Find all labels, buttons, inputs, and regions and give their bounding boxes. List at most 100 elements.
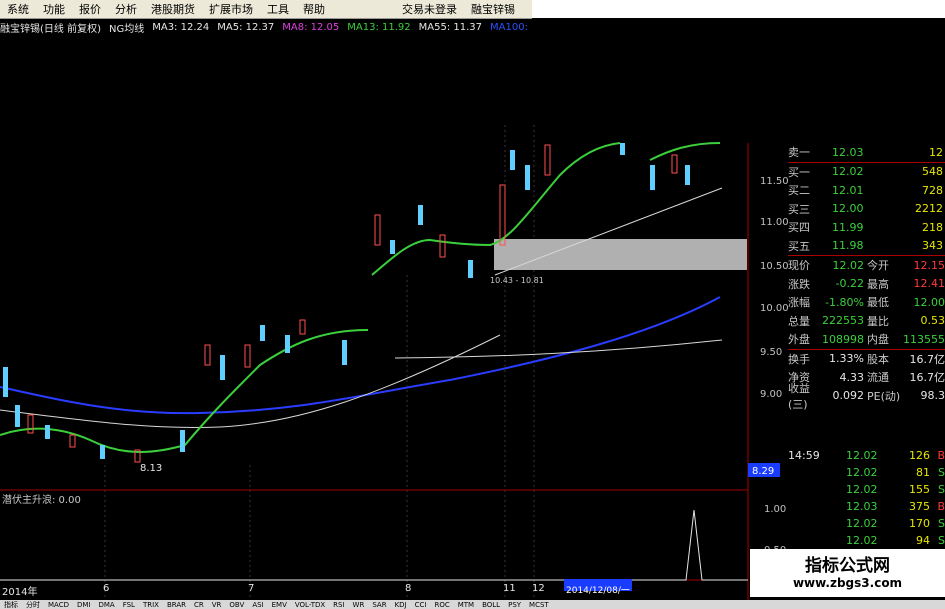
indicator-tab[interactable]: BRAR (163, 601, 190, 609)
ma-label: MA8: 12.05 (282, 21, 340, 33)
tick-flag: S (938, 483, 945, 496)
indicator-tab[interactable]: DMI (73, 601, 95, 609)
indicator-tab[interactable]: EMV (268, 601, 291, 609)
x-axis-date-cursor: 2014/12/08/一 (566, 586, 630, 596)
stat-value: 4.33 (839, 370, 865, 384)
buy-price: 11.99 (832, 220, 864, 234)
menu-bar: 系统 功能 报价 分析 港股期货 扩展市场 工具 帮助 交易未登录 融宝锌锡 (0, 0, 532, 19)
indicator-tab[interactable]: VR (208, 601, 226, 609)
indicator-tab[interactable]: CR (190, 601, 208, 609)
indicator-tab[interactable]: ASI (248, 601, 267, 609)
stat-row: 总量 222553 量比 0.53 (788, 312, 945, 331)
indicator-tab[interactable]: VOL-TDX (291, 601, 329, 609)
stat-label: 现价 (788, 259, 810, 273)
buy-label: 买三 (788, 202, 810, 216)
quote-panel: 卖一 12.03 12 买一 12.02 548 买二 12.01 728 买三 12.00 2… (788, 143, 945, 443)
tick-time: 14:59 (788, 449, 820, 462)
indicator-tab[interactable]: CCI (411, 601, 431, 609)
buy-row: 买四 11.99 218 (788, 218, 945, 237)
stock-name-menu: 融宝锌锡 (471, 3, 515, 16)
buy-row: 买三 12.00 2212 (788, 200, 945, 219)
tick-vol: 375 (909, 500, 930, 513)
stat-label: 总量 (788, 314, 810, 328)
tick-vol: 126 (909, 449, 930, 462)
indicator-tab[interactable]: WR (349, 601, 369, 609)
menu-item-system[interactable]: 系统 (0, 1, 36, 17)
tick-price: 12.02 (846, 517, 878, 530)
indicator-tab[interactable]: TRIX (139, 601, 163, 609)
stat-label: 换手 (788, 352, 810, 366)
tick-price: 12.02 (846, 466, 878, 479)
indicator-tab[interactable]: 分时 (22, 600, 44, 609)
indicator-tab[interactable]: PSY (504, 601, 525, 609)
indicator-tab[interactable]: BOLL (478, 601, 504, 609)
stat-label: 量比 (867, 314, 889, 328)
indicator-tab[interactable]: MACD (44, 601, 73, 609)
indicator-tab[interactable]: OBV (225, 601, 248, 609)
chart-title-bar: 融宝锌锡(日线 前复权) NG均线 MA3: 12.24 MA5: 12.37 … (0, 19, 532, 35)
stock-title: 融宝锌锡(日线 前复权) (0, 23, 101, 35)
indicator-tab[interactable]: DMA (94, 601, 118, 609)
indicator-tab[interactable]: MTM (454, 601, 478, 609)
menu-item-quote[interactable]: 报价 (72, 1, 108, 17)
indicator-name: NG均线 (108, 23, 145, 35)
stat-row: 收益(三) 0.092 PE(动) 98.3 (788, 382, 945, 411)
buy-rows: 买一 12.02 548 买二 12.01 728 买三 12.00 2212 买四 11.99 21… (788, 163, 945, 256)
buy-vol: 728 (922, 183, 943, 197)
watermark-url: www.zbgs3.com (792, 576, 903, 590)
buy-vol: 218 (922, 220, 943, 234)
x-axis-label: 2014年 (2, 587, 38, 598)
stat-label: 收益(三) (788, 381, 810, 411)
menu-item-extended-market[interactable]: 扩展市场 (202, 1, 260, 17)
stat-value: 98.3 (920, 389, 945, 403)
menu-right: 交易未登录 融宝锌锡 (395, 0, 522, 18)
tick-row: 12.03 375 B (788, 498, 945, 515)
current-price-box-label: 8.29 (752, 466, 774, 477)
indicator-tab[interactable]: ROC (430, 601, 453, 609)
gray-zone (494, 239, 747, 270)
indicator-tab[interactable]: MCST (525, 601, 553, 609)
menu-item-help[interactable]: 帮助 (296, 1, 332, 17)
trade-login-status[interactable]: 交易未登录 (395, 1, 464, 17)
low-price-label: 8.13 (140, 463, 162, 474)
indicator-tab[interactable]: 指标 (0, 600, 22, 609)
tick-price: 12.02 (846, 449, 878, 462)
stat-value: 0.092 (832, 389, 865, 403)
buy-label: 买一 (788, 165, 810, 179)
stat-label: 流通 (867, 371, 889, 385)
stat-label: 外盘 (788, 333, 810, 347)
stat-rows: 现价 12.02 今开 12.15 涨跌 -0.22 最高 12.41 涨幅 -1.80% 最低 12… (788, 256, 945, 349)
y-tick: 9.50 (760, 347, 782, 358)
watermark: 指标公式网 www.zbgs3.com (750, 549, 945, 597)
buy-vol: 2212 (915, 202, 943, 216)
menu-item-tools[interactable]: 工具 (260, 1, 296, 17)
sell1-label: 卖一 (788, 146, 810, 160)
buy-row: 买一 12.02 548 (788, 163, 945, 182)
indicator-tab[interactable]: KDJ (391, 601, 411, 609)
blank-area (532, 0, 945, 18)
sell-row: 卖一 12.03 12 (788, 143, 945, 162)
x-axis-label: 8 (405, 583, 412, 594)
stat-label: 涨幅 (788, 296, 810, 310)
ma-label: MA5: 12.37 (217, 21, 275, 33)
menu-item-hk-futures[interactable]: 港股期货 (144, 1, 202, 17)
sub-indicator-label: 潜伏主升浪: 0.00 (2, 493, 81, 506)
indicator-tab[interactable]: FSL (119, 601, 139, 609)
menu-item-analysis[interactable]: 分析 (108, 1, 144, 17)
indicator-tab[interactable]: SAR (368, 601, 390, 609)
buy-label: 买二 (788, 184, 810, 198)
indicator-tab[interactable]: RSI (329, 601, 348, 609)
tick-price: 12.02 (846, 483, 878, 496)
y-tick: 9.00 (760, 389, 782, 400)
zone-label: 10.43 - 10.81 (490, 276, 544, 285)
stat-row: 外盘 108998 内盘 113555 (788, 330, 945, 349)
buy-price: 11.98 (832, 239, 864, 253)
y-tick: 11.50 (760, 176, 789, 187)
stat-value: 16.7亿 (909, 371, 945, 385)
tick-row: 12.02 81 S (788, 464, 945, 481)
stat-label: 最低 (867, 296, 889, 310)
tick-row: 12.02 170 S (788, 515, 945, 532)
stat-label: PE(动) (867, 389, 901, 403)
menu-item-function[interactable]: 功能 (36, 1, 72, 17)
tick-price: 12.03 (846, 500, 878, 513)
